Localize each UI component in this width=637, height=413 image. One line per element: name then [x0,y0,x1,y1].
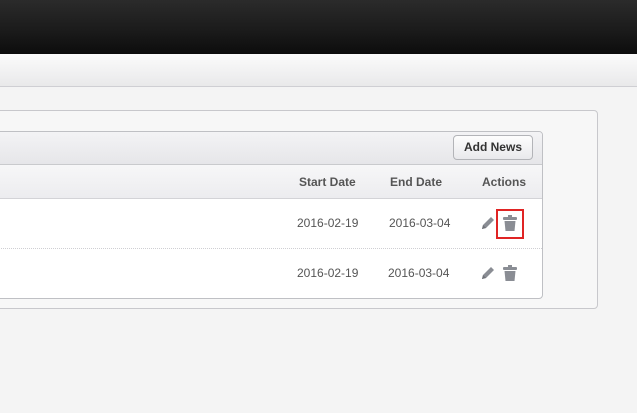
start-date-cell: 2016-02-19 [297,266,359,280]
end-date-cell: 2016-03-04 [388,266,450,280]
column-header-end-date[interactable]: End Date [390,165,442,199]
start-date-cell: 2016-02-19 [297,216,359,230]
table-row: 2016-02-19 2016-03-04 [0,249,542,298]
sub-navbar [0,54,637,87]
pencil-icon[interactable] [479,264,497,282]
trash-icon[interactable] [501,214,519,232]
column-header-actions: Actions [482,175,527,189]
panel-header: Add News [0,132,542,165]
table-row: 2016-02-19 2016-03-04 [0,199,542,249]
pencil-icon[interactable] [479,214,497,232]
column-header-start-date[interactable]: Start Date [299,165,356,199]
end-date-cell: 2016-03-04 [389,216,451,230]
news-table-panel: Add News Start Date End Date Actions 201… [0,131,543,299]
trash-icon[interactable] [501,264,519,282]
top-navbar [0,0,637,54]
table-header-row: Start Date End Date Actions [0,165,542,199]
add-news-button[interactable]: Add News [452,135,533,160]
